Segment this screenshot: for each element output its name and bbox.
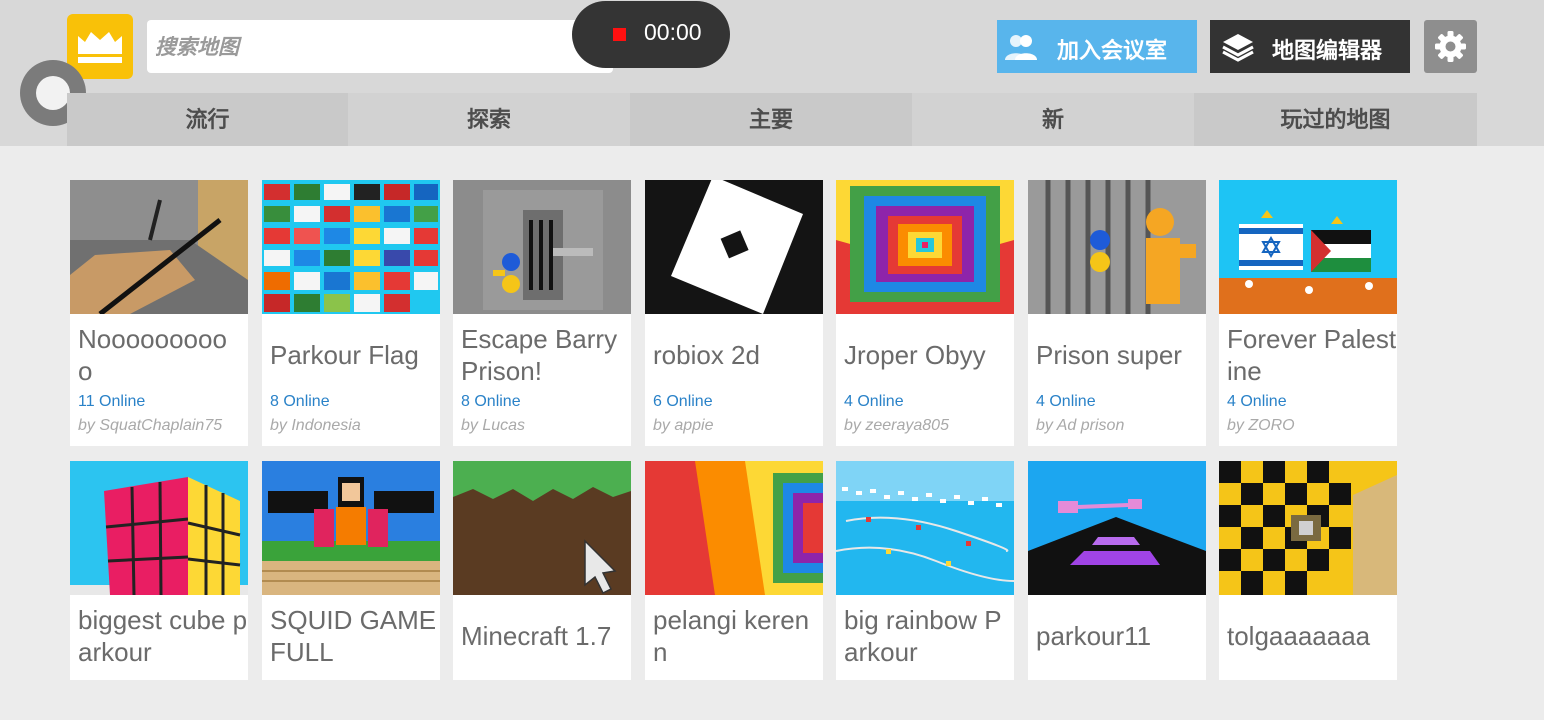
map-title: Nooooooooo o: [78, 324, 227, 386]
map-title: pelangi kerenn: [653, 605, 810, 667]
category-tabs: 流行 探索 主要 新 玩过的地图: [67, 93, 1477, 146]
settings-button[interactable]: [1424, 20, 1477, 73]
map-author: by Lucas: [461, 417, 526, 434]
online-count: 6 Online: [653, 393, 713, 410]
join-room-label: 加入会议室: [1057, 39, 1168, 64]
map-thumbnail: [645, 461, 823, 595]
map-card[interactable]: robiox 2d 6 Online by appie: [645, 180, 823, 446]
online-count: 11 Online: [78, 393, 146, 410]
crown-icon: [78, 32, 122, 63]
map-thumbnail: [453, 461, 631, 595]
tab-played-maps[interactable]: 玩过的地图: [1194, 93, 1477, 146]
map-thumbnail: [453, 180, 631, 314]
online-count: 8 Online: [461, 393, 521, 410]
tab-new[interactable]: 新: [912, 93, 1194, 146]
online-count: 4 Online: [1227, 393, 1287, 410]
tab-main[interactable]: 主要: [630, 93, 912, 146]
map-title: tolgaaaaaaa: [1227, 621, 1371, 651]
map-title: robiox 2d: [653, 340, 760, 370]
map-thumbnail: [836, 180, 1014, 314]
map-title: Escape Barry Prison!: [461, 324, 618, 386]
search-input[interactable]: [147, 20, 613, 73]
map-title: parkour11: [1036, 621, 1152, 651]
join-room-button[interactable]: 加入会议室: [997, 20, 1197, 73]
screen-recorder[interactable]: 00:00: [572, 1, 730, 68]
map-thumbnail: [1219, 461, 1397, 595]
map-card[interactable]: big rainbow Parkour: [836, 461, 1014, 680]
recording-time: 00:00: [644, 19, 702, 45]
users-icon: [1005, 35, 1037, 60]
map-card[interactable]: Nooooooooo o 11 Online by SquatChaplain7…: [70, 180, 248, 446]
map-thumbnail: [262, 461, 440, 595]
map-title: Forever Palestine: [1227, 324, 1397, 386]
map-title: Prison super: [1036, 340, 1182, 370]
map-card[interactable]: Minecraft 1.7: [453, 461, 631, 680]
map-thumbnail: [1219, 180, 1397, 314]
map-author: by SquatChaplain75: [78, 417, 223, 434]
online-count: 4 Online: [1036, 393, 1096, 410]
map-card[interactable]: Jroper Obyy 4 Online by zeeraya805: [836, 180, 1014, 446]
map-card[interactable]: SQUID GAME FULL: [262, 461, 440, 680]
map-title: biggest cube parkour: [78, 605, 248, 667]
map-author: by Ad prison: [1036, 417, 1125, 434]
map-card[interactable]: tolgaaaaaaa: [1219, 461, 1397, 680]
gear-icon: [1435, 31, 1466, 62]
map-thumbnail: [1028, 461, 1206, 595]
map-title: Minecraft 1.7: [461, 621, 612, 651]
map-card[interactable]: Escape Barry Prison! 8 Online by Lucas: [453, 180, 631, 446]
map-card[interactable]: Parkour Flag 8 Online by Indonesia: [262, 180, 440, 446]
map-thumbnail: [1028, 180, 1206, 314]
online-count: 4 Online: [844, 393, 904, 410]
tab-popular[interactable]: 流行: [67, 93, 348, 146]
layers-icon: [1222, 34, 1254, 62]
map-editor-button[interactable]: 地图编辑器: [1210, 20, 1410, 73]
map-thumbnail: [645, 180, 823, 314]
map-card[interactable]: biggest cube parkour: [70, 461, 248, 680]
map-title: Parkour Flag: [270, 340, 419, 370]
tab-explore[interactable]: 探索: [348, 93, 630, 146]
map-thumbnail: [70, 180, 248, 314]
map-card[interactable]: Prison super 4 Online by Ad prison: [1028, 180, 1206, 446]
map-author: by Indonesia: [270, 417, 361, 434]
online-count: 8 Online: [270, 393, 330, 410]
map-thumbnail: [836, 461, 1014, 595]
map-author: by appie: [653, 417, 714, 434]
search-box[interactable]: [147, 20, 613, 73]
map-thumbnail: [262, 180, 440, 314]
map-title: Jroper Obyy: [844, 340, 986, 370]
map-card[interactable]: Forever Palestine 4 Online by ZORO: [1219, 180, 1397, 446]
map-author: by ZORO: [1227, 417, 1295, 434]
map-card[interactable]: parkour11: [1028, 461, 1206, 680]
map-thumbnail: [70, 461, 248, 595]
map-card[interactable]: pelangi kerenn: [645, 461, 823, 680]
list-fold: [0, 680, 1544, 720]
map-title: big rainbow Parkour: [844, 605, 1002, 667]
map-editor-label: 地图编辑器: [1272, 39, 1383, 64]
record-icon: [613, 28, 626, 41]
map-author: by zeeraya805: [844, 417, 949, 434]
map-title: SQUID GAME FULL: [270, 605, 437, 667]
